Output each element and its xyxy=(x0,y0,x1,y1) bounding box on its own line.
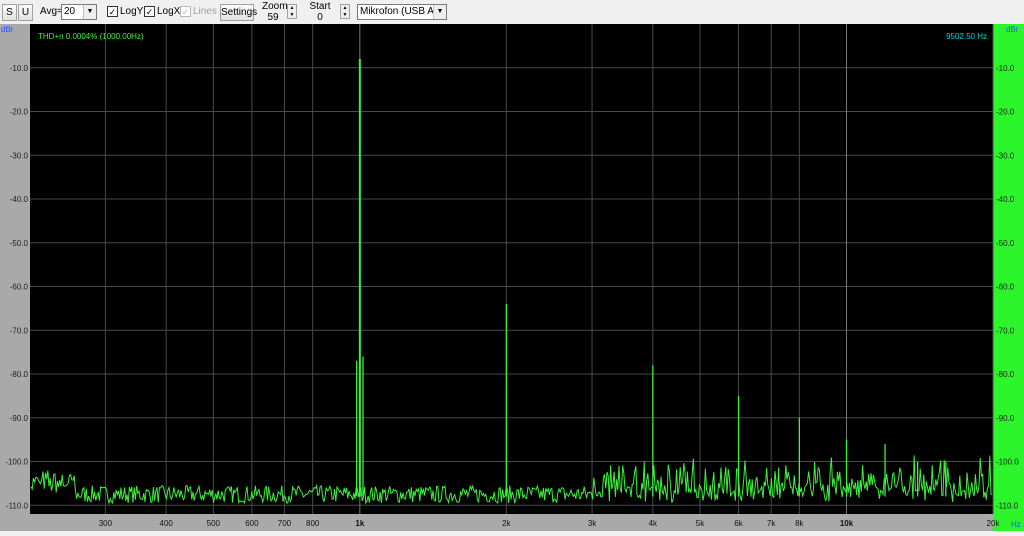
x-tick-label: 1k xyxy=(355,519,364,528)
zoom-value: 59 xyxy=(267,12,279,23)
right-y-tick-label: -90.0 xyxy=(996,414,1015,423)
x-tick-label: 4k xyxy=(649,519,658,528)
left-y-tick-label: -20.0 xyxy=(10,108,29,117)
start-value: 0 xyxy=(317,12,323,23)
right-y-tick-label: -30.0 xyxy=(996,151,1015,160)
left-y-tick-label: -50.0 xyxy=(10,239,29,248)
right-y-tick-label: -70.0 xyxy=(996,326,1015,335)
avg-select[interactable]: 20 ▼ xyxy=(61,4,97,20)
x-tick-label: 800 xyxy=(306,519,320,528)
x-tick-label: 5k xyxy=(696,519,705,528)
left-y-tick-label: -30.0 xyxy=(10,151,29,160)
left-y-tick-label: -80.0 xyxy=(10,370,29,379)
left-axis-panel xyxy=(0,24,30,531)
x-tick-label: 700 xyxy=(278,519,292,528)
x-tick-label: 300 xyxy=(99,519,113,528)
frequency-readout: 9502.50 Hz xyxy=(946,32,987,41)
right-y-tick-label: -80.0 xyxy=(996,370,1015,379)
left-y-tick-label: -110.0 xyxy=(6,501,29,510)
zoom-spinner[interactable]: ▲ ▼ xyxy=(287,4,297,19)
lines-checkbox[interactable]: ✓ xyxy=(180,6,191,17)
left-unit-label: dBr xyxy=(1,25,14,34)
spectrum-plot[interactable]: -10.0 -20.0 -30.0 -40.0 -50.0 -60.0 -70.0 -80.0… xyxy=(0,24,1024,531)
u-button[interactable]: U xyxy=(18,4,33,21)
avg-value: 20 xyxy=(64,6,76,17)
logx-label: LogX xyxy=(157,6,181,17)
x-tick-label: 600 xyxy=(245,519,259,528)
left-y-tick-label: -90.0 xyxy=(10,414,29,423)
left-y-tick-label: -60.0 xyxy=(10,283,29,292)
x-tick-label: 20k xyxy=(987,519,1001,528)
chevron-down-icon: ▼ xyxy=(433,5,446,19)
logx-checkbox[interactable]: ✓ xyxy=(144,6,155,17)
hz-unit-label: Hz xyxy=(1011,520,1021,529)
right-y-tick-label: -60.0 xyxy=(996,283,1015,292)
right-y-tick-label: -50.0 xyxy=(996,239,1015,248)
x-tick-label: 8k xyxy=(795,519,804,528)
start-spinner[interactable]: ▲ ▼ xyxy=(340,4,350,19)
toolbar: S U Avg= 20 ▼ ✓ LogY ✓ LogX ✓ Lines Sett… xyxy=(0,0,1024,25)
lines-label: Lines xyxy=(193,6,217,17)
x-tick-label: 7k xyxy=(767,519,776,528)
x-tick-label: 400 xyxy=(160,519,174,528)
zoom-label: Zoom xyxy=(262,1,288,12)
logy-label: LogY xyxy=(120,6,144,17)
settings-button[interactable]: Settings xyxy=(220,4,257,21)
thd-readout: THD+n 0.0004% (1000.00Hz) xyxy=(38,32,144,41)
right-y-tick-label: -110.0 xyxy=(996,501,1019,510)
right-y-tick-label: -100.0 xyxy=(996,458,1019,467)
logy-checkbox[interactable]: ✓ xyxy=(107,6,118,17)
right-y-tick-label: -10.0 xyxy=(996,64,1015,73)
left-y-tick-label: -40.0 xyxy=(10,195,29,204)
x-tick-label: 500 xyxy=(207,519,221,528)
right-y-tick-label: -20.0 xyxy=(996,108,1015,117)
x-tick-label: 2k xyxy=(502,519,511,528)
x-tick-label: 3k xyxy=(588,519,597,528)
plot-area[interactable] xyxy=(30,24,993,514)
x-tick-label: 10k xyxy=(840,519,854,528)
left-y-tick-label: -100.0 xyxy=(5,458,28,467)
device-select[interactable]: Mikrofon (USB Audi ▼ xyxy=(357,4,447,20)
avg-label: Avg= xyxy=(40,6,63,17)
start-label: Start xyxy=(309,1,331,12)
s-button[interactable]: S xyxy=(2,4,17,21)
left-y-tick-label: -10.0 xyxy=(10,64,29,73)
left-y-tick-label: -70.0 xyxy=(10,326,29,335)
right-unit-label: dBr xyxy=(1006,25,1019,34)
x-tick-label: 6k xyxy=(734,519,743,528)
right-y-tick-label: -40.0 xyxy=(996,195,1015,204)
chevron-down-icon: ▼ xyxy=(83,5,96,19)
right-axis-panel xyxy=(993,24,1024,531)
